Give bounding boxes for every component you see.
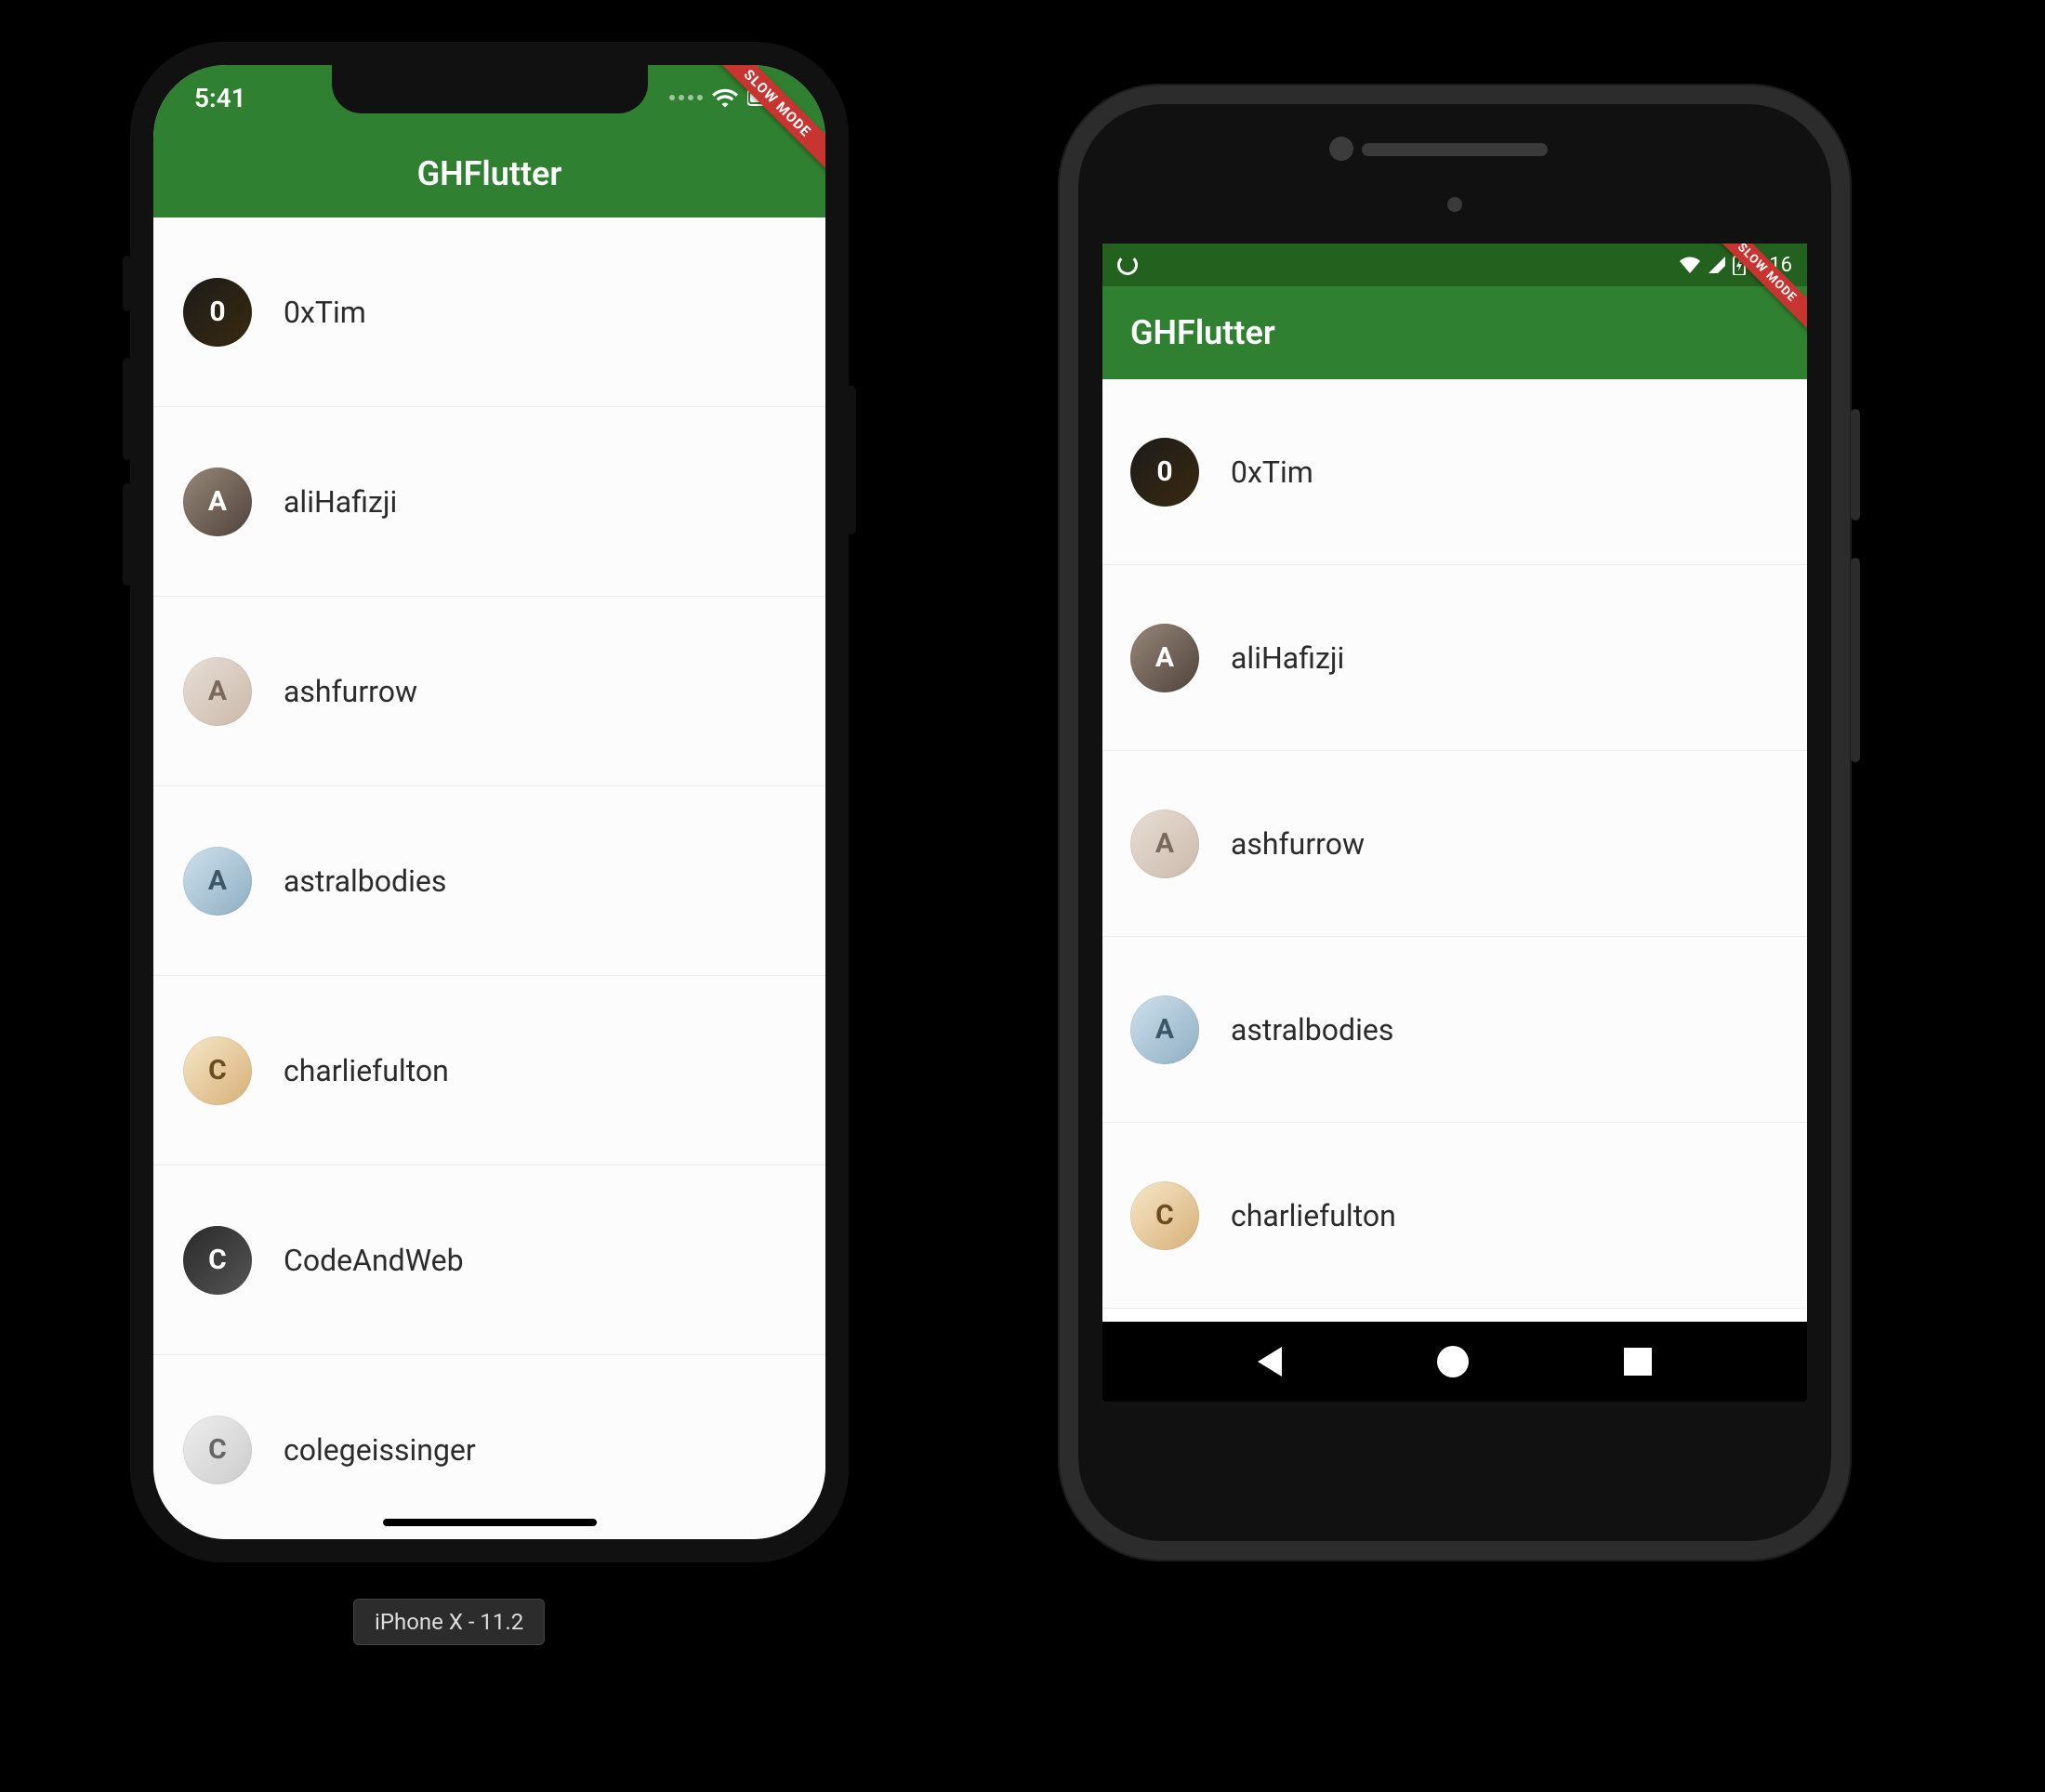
user-login-label: 0xTim	[284, 295, 366, 330]
nav-recent-button[interactable]	[1624, 1348, 1652, 1376]
user-login-label: astralbodies	[284, 863, 446, 899]
android-status-bar: 6:16	[1102, 244, 1807, 286]
user-login-label: ashfurrow	[1231, 826, 1365, 862]
cellular-signal-icon	[1709, 257, 1725, 273]
iphone-notch	[332, 65, 648, 113]
iphone-screen: SLOW MODE 5:41 GHFlutter 00xTimAaliHafiz…	[153, 65, 825, 1539]
user-login-label: 0xTim	[1231, 455, 1313, 490]
user-list-row[interactable]: 0 0xTim	[1102, 379, 1807, 565]
app-title: GHFlutter	[1130, 313, 1275, 352]
user-avatar: A	[183, 657, 252, 726]
android-app-bar: GHFlutter	[1102, 286, 1807, 379]
pixel-inner-bezel: SLOW MODE 6:16 GHFlutter 00xTimAaliHa	[1078, 104, 1831, 1541]
pixel-sensor	[1447, 197, 1462, 212]
user-list-row[interactable]: Ccharliefulton	[1102, 1123, 1807, 1309]
ios-user-list[interactable]: 00xTimAaliHafizjiAashfurrowAastralbodies…	[153, 217, 825, 1539]
user-login-label: colegeissinger	[284, 1432, 476, 1468]
user-avatar: C	[183, 1036, 252, 1105]
pixel-front-camera	[1329, 137, 1353, 161]
user-list-row[interactable]: Aashfurrow	[153, 597, 825, 786]
user-avatar: A	[183, 847, 252, 916]
user-avatar: C	[1130, 1181, 1199, 1250]
ios-home-indicator[interactable]	[383, 1519, 597, 1526]
user-avatar: C	[183, 1226, 252, 1295]
pixel-speaker	[1362, 143, 1548, 156]
user-list-row[interactable]: AaliHafizji	[153, 407, 825, 597]
user-avatar: A	[1130, 624, 1199, 692]
ios-app-bar: GHFlutter	[153, 130, 825, 217]
user-avatar: 0	[183, 278, 252, 347]
user-list-row[interactable]: Ccharliefulton	[153, 976, 825, 1166]
user-avatar: C	[183, 1416, 252, 1484]
user-list-row[interactable]: Aastralbodies	[153, 786, 825, 976]
user-list-row[interactable]: Aastralbodies	[1102, 937, 1807, 1123]
nav-back-button[interactable]	[1258, 1347, 1282, 1377]
loading-spinner-icon	[1117, 255, 1138, 275]
user-avatar: A	[183, 468, 252, 536]
pixel-device-frame: SLOW MODE 6:16 GHFlutter 00xTimAaliHa	[1058, 84, 1852, 1561]
user-avatar: 0	[1130, 438, 1199, 507]
user-list-row[interactable]: Aashfurrow	[1102, 751, 1807, 937]
android-user-list[interactable]: 00xTimAaliHafizjiAashfurrowAastralbodies…	[1102, 379, 1807, 1309]
cellular-signal-icon	[669, 95, 703, 100]
user-login-label: ashfurrow	[284, 674, 417, 709]
user-login-label: aliHafizji	[1231, 640, 1344, 676]
user-login-label: CodeAndWeb	[284, 1243, 464, 1278]
wifi-icon	[712, 87, 738, 108]
android-nav-bar	[1102, 1322, 1807, 1402]
user-list-row[interactable]: C CodeAndWeb	[153, 1166, 825, 1355]
ios-simulator-caption: iPhone X - 11.2	[353, 1599, 545, 1645]
wifi-icon	[1679, 257, 1701, 273]
nav-home-button[interactable]	[1437, 1346, 1469, 1377]
user-avatar: A	[1130, 995, 1199, 1064]
user-avatar: A	[1130, 810, 1199, 878]
user-list-row[interactable]: AaliHafizji	[1102, 565, 1807, 751]
user-login-label: aliHafizji	[284, 484, 397, 520]
app-title: GHFlutter	[417, 154, 562, 193]
pixel-screen: SLOW MODE 6:16 GHFlutter 00xTimAaliHa	[1102, 244, 1807, 1402]
user-login-label: charliefulton	[1231, 1198, 1396, 1233]
ios-status-time: 5:41	[194, 83, 246, 113]
user-login-label: charliefulton	[284, 1053, 449, 1088]
user-list-row[interactable]: 0 0xTim	[153, 217, 825, 407]
iphone-x-device-frame: SLOW MODE 5:41 GHFlutter 00xTimAaliHafiz…	[130, 42, 849, 1562]
user-login-label: astralbodies	[1231, 1012, 1393, 1048]
user-list-row[interactable]: Ccolegeissinger	[153, 1355, 825, 1539]
